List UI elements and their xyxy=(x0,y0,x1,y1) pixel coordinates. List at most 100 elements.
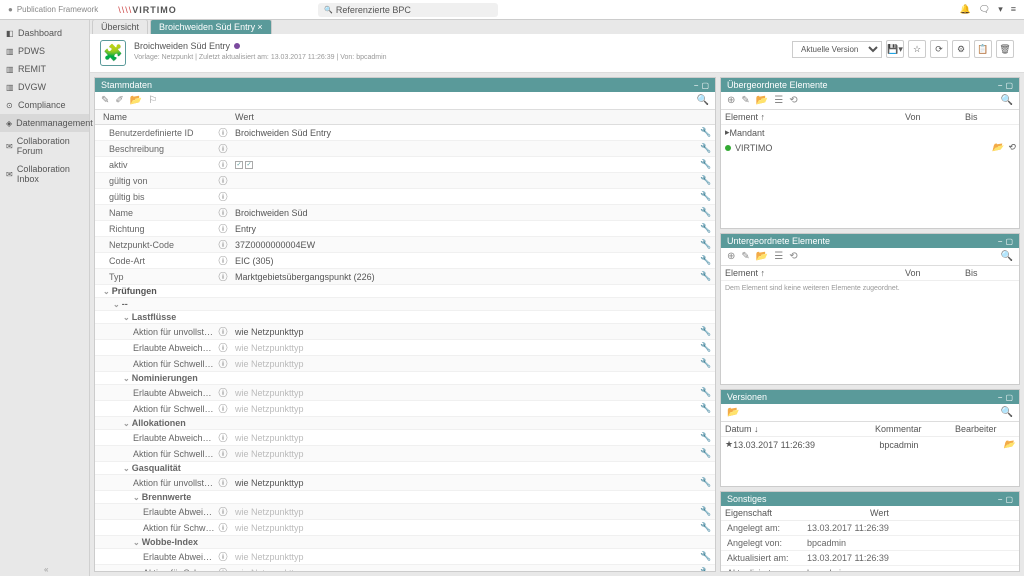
list-icon[interactable]: ☰ xyxy=(774,251,783,262)
chevron-down-icon[interactable] xyxy=(123,373,132,383)
wrench-icon[interactable]: 🔧 xyxy=(700,239,711,249)
chevron-down-icon[interactable] xyxy=(123,312,132,322)
info-icon[interactable]: ⓘ xyxy=(218,359,227,369)
checkbox-icon[interactable] xyxy=(235,161,243,169)
wrench-icon[interactable]: 🔧 xyxy=(700,223,711,233)
save-button[interactable]: 💾▾ xyxy=(886,40,904,58)
info-icon[interactable]: ⓘ xyxy=(218,192,227,202)
edit-icon[interactable]: ✎ xyxy=(741,251,749,262)
chevron-down-icon[interactable] xyxy=(123,463,132,473)
folder-icon[interactable]: 📂 xyxy=(756,251,768,262)
wrench-icon[interactable]: 🔧 xyxy=(700,159,711,169)
chevron-down-icon[interactable] xyxy=(123,418,132,428)
search-icon[interactable]: 🔍 xyxy=(1001,407,1013,418)
version-row[interactable]: ★ 13.03.2017 11:26:39bpcadmin📂 xyxy=(721,437,1019,452)
global-search[interactable]: Referenzierte BPC xyxy=(318,3,498,17)
add-icon[interactable]: ⊕ xyxy=(727,251,735,262)
wrench-icon[interactable]: 🔧 xyxy=(700,403,711,413)
delete-button[interactable]: 🗑 xyxy=(996,40,1014,58)
add-icon[interactable]: ⊕ xyxy=(727,95,735,106)
bell-icon[interactable]: 🔔 xyxy=(960,4,971,15)
info-icon[interactable]: ⓘ xyxy=(218,240,227,250)
minimize-icon[interactable]: − xyxy=(694,81,699,90)
close-icon[interactable]: × xyxy=(257,22,262,32)
info-icon[interactable]: ⓘ xyxy=(218,523,227,533)
wrench-icon[interactable]: 🔧 xyxy=(700,477,711,487)
info-icon[interactable]: ⓘ xyxy=(218,433,227,443)
sidebar-item[interactable]: ◧Dashboard xyxy=(0,24,89,42)
info-icon[interactable]: ⓘ xyxy=(218,272,227,282)
list-icon[interactable]: ☰ xyxy=(774,95,783,106)
chevron-down-icon[interactable]: ▾ xyxy=(998,4,1003,15)
wrench-icon[interactable]: 🔧 xyxy=(700,358,711,368)
chevron-down-icon[interactable] xyxy=(113,299,122,309)
expand-icon[interactable]: ▢ xyxy=(701,81,709,90)
wrench-icon[interactable]: 🔧 xyxy=(700,506,711,516)
settings-button[interactable]: ⚙ xyxy=(952,40,970,58)
info-icon[interactable]: ⓘ xyxy=(218,404,227,414)
wrench-icon[interactable]: 🔧 xyxy=(700,522,711,532)
info-icon[interactable]: ⓘ xyxy=(218,552,227,562)
wrench-icon[interactable]: 🔧 xyxy=(700,255,711,265)
search-icon[interactable]: 🔍 xyxy=(697,95,709,106)
sidebar-item[interactable]: ▥PDWS xyxy=(0,42,89,60)
open-icon[interactable]: 📂 xyxy=(1004,439,1015,450)
refresh-button[interactable]: ⟳ xyxy=(930,40,948,58)
chevron-down-icon[interactable] xyxy=(133,492,142,502)
folder-icon[interactable]: 📂 xyxy=(727,407,739,418)
parent-element-row[interactable]: VIRTIMO📂⟲ xyxy=(721,140,1019,155)
favorite-button[interactable]: ☆ xyxy=(908,40,926,58)
menu-icon[interactable]: ≡ xyxy=(1011,4,1016,15)
flag-icon[interactable]: ⚐ xyxy=(148,95,157,106)
chevron-down-icon[interactable] xyxy=(133,537,142,547)
edit-icon[interactable]: ✎ xyxy=(101,95,109,106)
pen-icon[interactable]: ✐ xyxy=(115,95,123,106)
copy-button[interactable]: 📋 xyxy=(974,40,992,58)
wrench-icon[interactable]: 🔧 xyxy=(700,271,711,281)
wrench-icon[interactable]: 🔧 xyxy=(700,387,711,397)
sidebar-item[interactable]: ✉Collaboration Forum xyxy=(0,132,89,160)
refresh-icon[interactable]: ⟲ xyxy=(789,95,797,106)
sidebar-item[interactable]: ⊙Compliance xyxy=(0,96,89,114)
info-icon[interactable]: ⓘ xyxy=(218,568,227,571)
info-icon[interactable]: ⓘ xyxy=(218,144,227,154)
refresh-icon[interactable]: ⟲ xyxy=(789,251,797,262)
wrench-icon[interactable]: 🔧 xyxy=(700,143,711,153)
wrench-icon[interactable]: 🔧 xyxy=(700,207,711,217)
checkbox-icon[interactable] xyxy=(245,161,253,169)
info-icon[interactable]: ⓘ xyxy=(218,224,227,234)
info-icon[interactable]: ⓘ xyxy=(218,388,227,398)
search-icon[interactable]: 🔍 xyxy=(1001,251,1013,262)
edit-icon[interactable]: ✎ xyxy=(741,95,749,106)
wrench-icon[interactable]: 🔧 xyxy=(700,175,711,185)
wrench-icon[interactable]: 🔧 xyxy=(700,342,711,352)
chat-icon[interactable]: 🗨 xyxy=(979,4,990,15)
info-icon[interactable]: ⓘ xyxy=(218,208,227,218)
wrench-icon[interactable]: 🔧 xyxy=(700,326,711,336)
collapse-icon[interactable]: « xyxy=(44,565,48,574)
sidebar-item[interactable]: ▥REMIT xyxy=(0,60,89,78)
info-icon[interactable]: ⓘ xyxy=(218,507,227,517)
folder-icon[interactable]: 📂 xyxy=(756,95,768,106)
info-icon[interactable]: ⓘ xyxy=(218,160,227,170)
sidebar-item[interactable]: ▥DVGW xyxy=(0,78,89,96)
info-icon[interactable]: ⓘ xyxy=(218,128,227,138)
sidebar-item[interactable]: ◈Datenmanagement xyxy=(0,114,89,132)
wrench-icon[interactable]: 🔧 xyxy=(700,191,711,201)
tab[interactable]: Übersicht xyxy=(92,20,148,34)
wrench-icon[interactable]: 🔧 xyxy=(700,432,711,442)
info-icon[interactable]: ⓘ xyxy=(218,256,227,266)
sidebar-item[interactable]: ✉Collaboration Inbox xyxy=(0,160,89,188)
info-icon[interactable]: ⓘ xyxy=(218,449,227,459)
reload-icon[interactable]: ⟲ xyxy=(1007,142,1015,153)
wrench-icon[interactable]: 🔧 xyxy=(700,448,711,458)
info-icon[interactable]: ⓘ xyxy=(218,176,227,186)
search-icon[interactable]: 🔍 xyxy=(1001,95,1013,106)
version-select[interactable]: Aktuelle Version (aktiv) xyxy=(792,41,882,58)
info-icon[interactable]: ⓘ xyxy=(218,478,227,488)
wrench-icon[interactable]: 🔧 xyxy=(700,127,711,137)
tab[interactable]: Broichweiden Süd Entry × xyxy=(150,20,272,34)
wrench-icon[interactable]: 🔧 xyxy=(700,551,711,561)
open-icon[interactable]: 📂 xyxy=(992,142,1003,153)
wrench-icon[interactable]: 🔧 xyxy=(700,567,711,571)
